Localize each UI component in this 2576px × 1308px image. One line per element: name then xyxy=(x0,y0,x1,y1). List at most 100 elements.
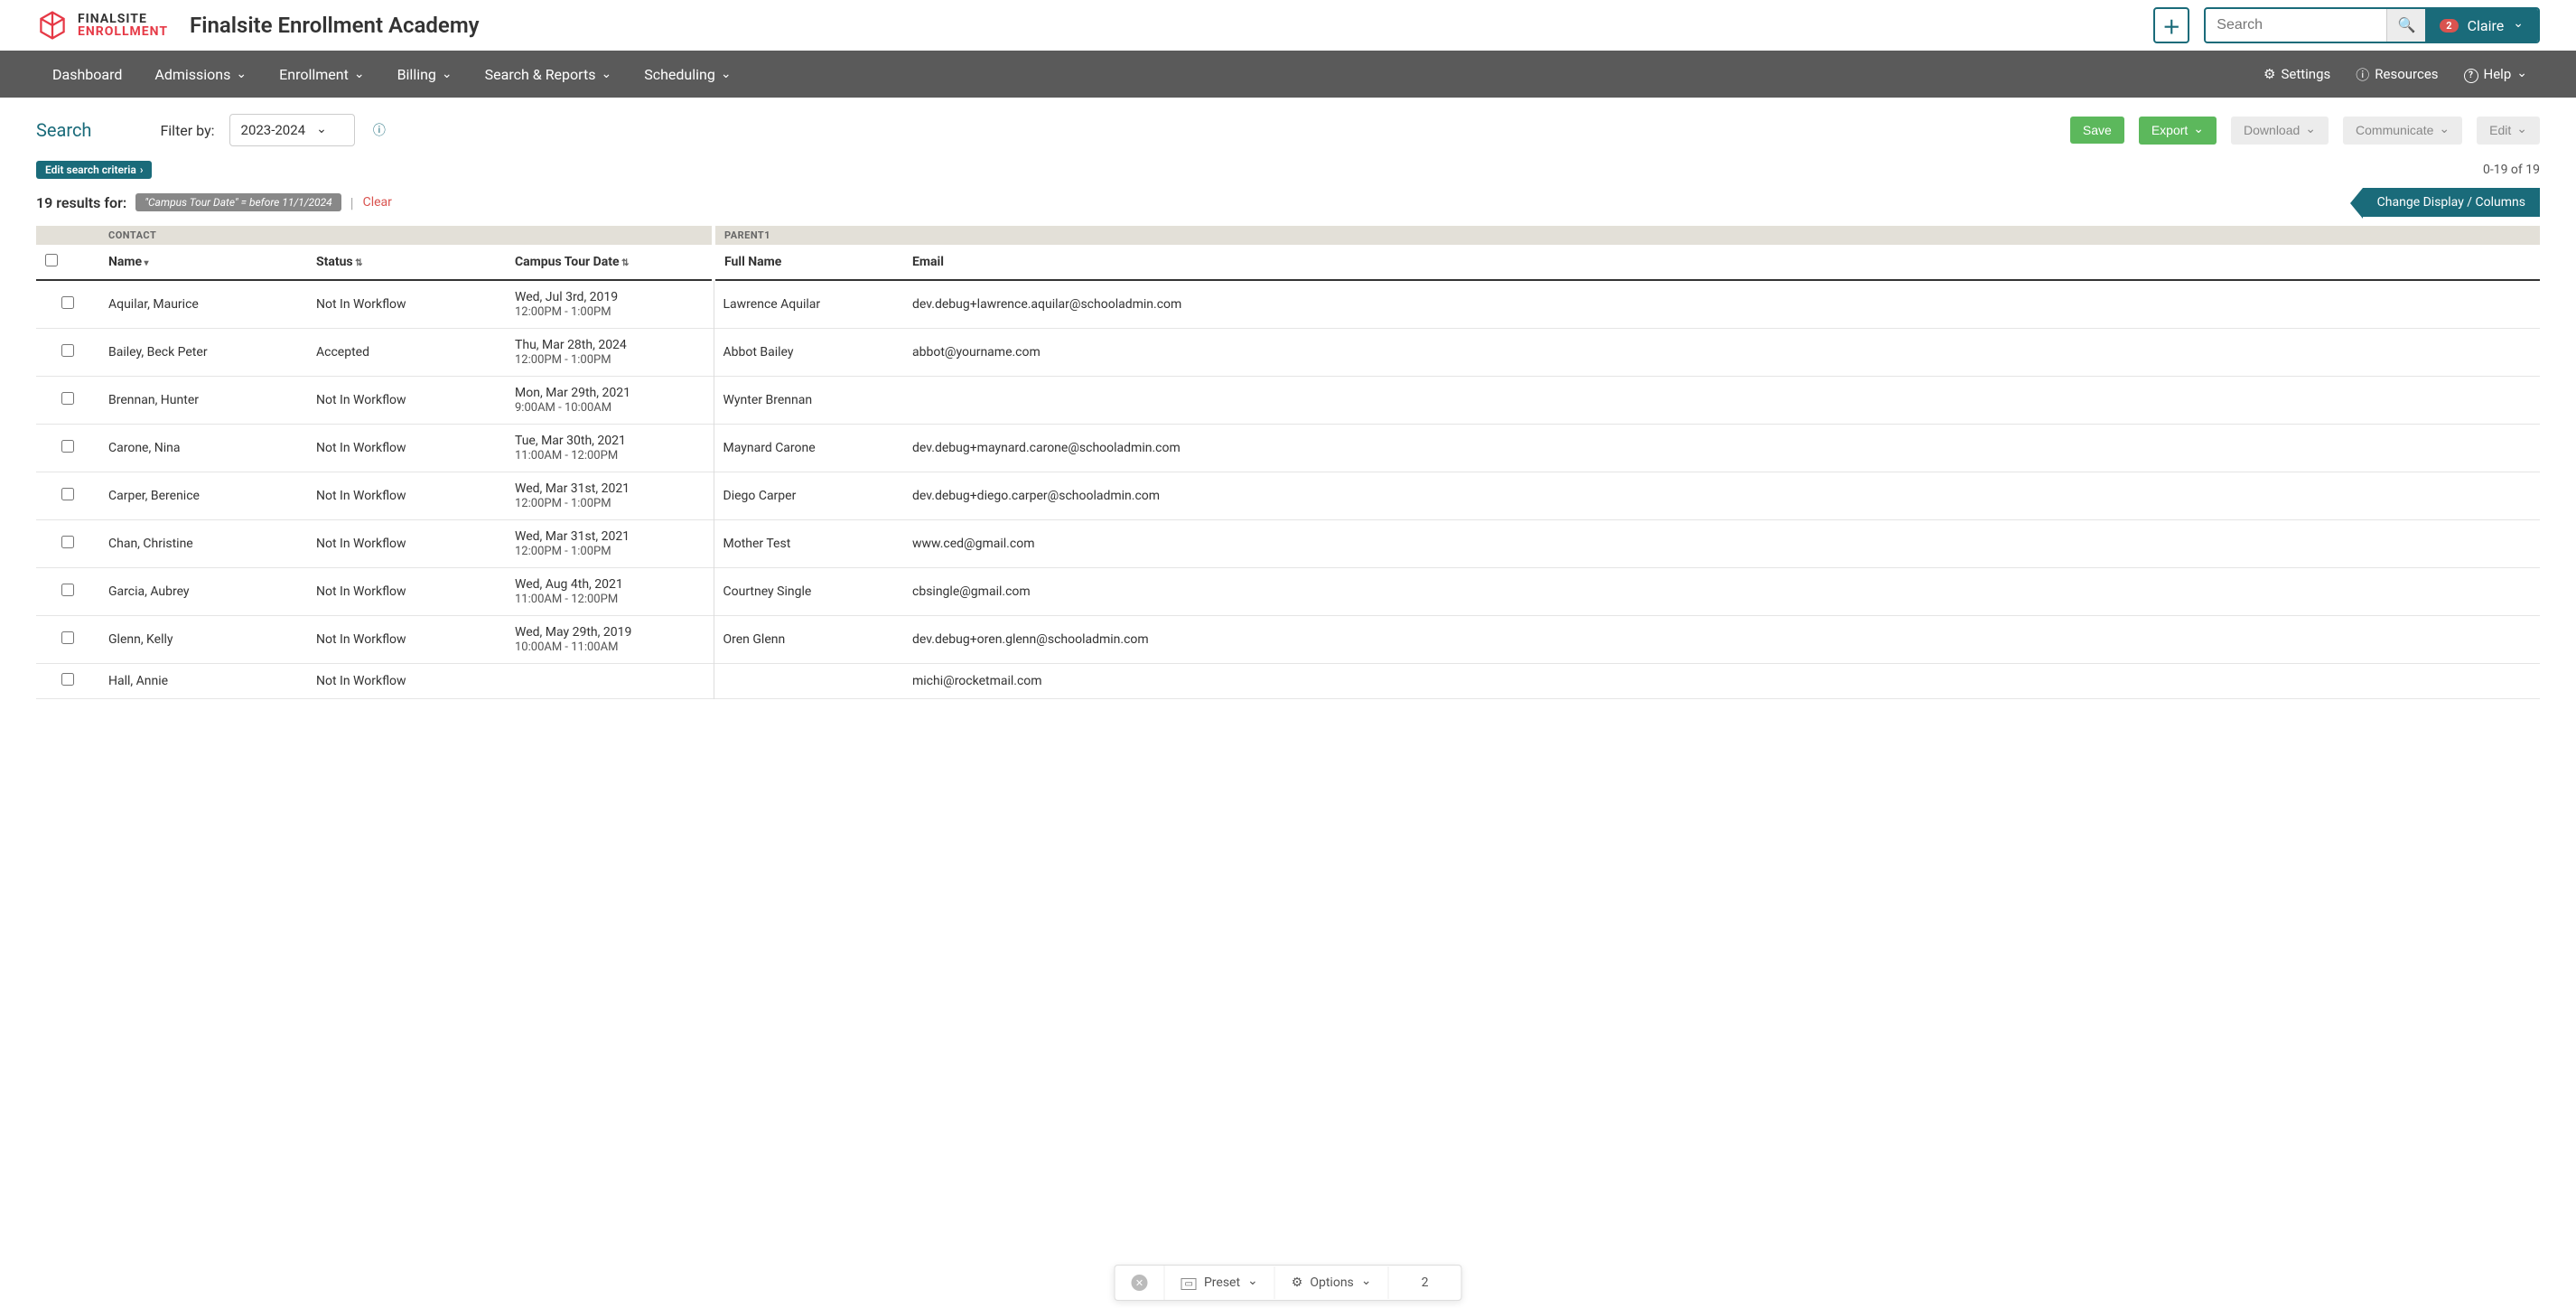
cell-fullname: Mother Test xyxy=(714,520,903,568)
table-row[interactable]: Aquilar, Maurice Not In Workflow Wed, Ju… xyxy=(36,280,2540,329)
row-checkbox[interactable] xyxy=(61,673,74,686)
results-table: CONTACT PARENT1 Name Status Campus Tour … xyxy=(36,226,2540,699)
cell-tour: Thu, Mar 28th, 202412:00PM - 1:00PM xyxy=(506,329,714,377)
logo-text-bottom: ENROLLMENT xyxy=(78,25,168,38)
filter-year-select[interactable]: 2023-2024 xyxy=(229,114,355,146)
cell-status: Not In Workflow xyxy=(307,377,506,425)
search-input[interactable] xyxy=(2206,10,2386,41)
row-checkbox[interactable] xyxy=(61,584,74,596)
nav-search-reports[interactable]: Search & Reports xyxy=(469,51,629,98)
col-status[interactable]: Status xyxy=(307,245,506,280)
row-checkbox[interactable] xyxy=(61,296,74,309)
cell-email: dev.debug+diego.carper@schooladmin.com xyxy=(903,472,2540,520)
nav-dashboard[interactable]: Dashboard xyxy=(36,51,138,98)
close-bottom-bar[interactable]: ✕ xyxy=(1115,1266,1164,1300)
chevron-down-icon xyxy=(1361,1275,1372,1290)
cell-email: michi@rocketmail.com xyxy=(903,664,2540,699)
cell-tour: Wed, Mar 31st, 202112:00PM - 1:00PM xyxy=(506,472,714,520)
button-label: Export xyxy=(2151,123,2188,137)
page-indicator[interactable]: 2 xyxy=(1389,1266,1461,1299)
results-range: 0-19 of 19 xyxy=(2483,163,2540,177)
change-display-button[interactable]: Change Display / Columns xyxy=(2363,188,2540,217)
table-row[interactable]: Garcia, Aubrey Not In Workflow Wed, Aug … xyxy=(36,568,2540,616)
col-tour[interactable]: Campus Tour Date xyxy=(506,245,714,280)
group-parent1: PARENT1 xyxy=(714,226,2540,245)
col-label: Full Name xyxy=(724,255,781,269)
table-row[interactable]: Brennan, Hunter Not In Workflow Mon, Mar… xyxy=(36,377,2540,425)
cell-tour: Tue, Mar 30th, 202111:00AM - 12:00PM xyxy=(506,425,714,472)
cell-name: Glenn, Kelly xyxy=(99,616,307,664)
communicate-button[interactable]: Communicate xyxy=(2343,117,2462,145)
nav-billing[interactable]: Billing xyxy=(381,51,469,98)
table-row[interactable]: Carper, Berenice Not In Workflow Wed, Ma… xyxy=(36,472,2540,520)
add-button[interactable]: ＋ xyxy=(2153,7,2189,43)
edit-search-criteria[interactable]: Edit search criteria › xyxy=(36,161,152,179)
cell-tour: Wed, Aug 4th, 202111:00AM - 12:00PM xyxy=(506,568,714,616)
preset-menu[interactable]: Preset xyxy=(1164,1266,1274,1299)
cell-status: Not In Workflow xyxy=(307,280,506,329)
table-row[interactable]: Glenn, Kelly Not In Workflow Wed, May 29… xyxy=(36,616,2540,664)
nav-enrollment[interactable]: Enrollment xyxy=(263,51,380,98)
info-icon[interactable] xyxy=(373,121,386,139)
cell-tour xyxy=(506,664,714,699)
col-name[interactable]: Name xyxy=(99,245,307,280)
nav-help[interactable]: Help xyxy=(2451,51,2540,98)
nav-settings[interactable]: Settings xyxy=(2251,51,2343,98)
cell-status: Accepted xyxy=(307,329,506,377)
cell-status: Not In Workflow xyxy=(307,568,506,616)
clear-link[interactable]: Clear xyxy=(363,195,392,210)
search-button[interactable] xyxy=(2386,9,2426,42)
col-label: Email xyxy=(912,255,944,269)
button-label: Communicate xyxy=(2356,123,2433,137)
col-fullname[interactable]: Full Name xyxy=(714,245,903,280)
cell-email: www.ced@gmail.com xyxy=(903,520,2540,568)
nav-scheduling[interactable]: Scheduling xyxy=(628,51,747,98)
preset-icon xyxy=(1181,1275,1196,1290)
nav-resources[interactable]: Resources xyxy=(2343,51,2450,98)
table-row[interactable]: Bailey, Beck Peter Accepted Thu, Mar 28t… xyxy=(36,329,2540,377)
page-title: Finalsite Enrollment Academy xyxy=(190,13,480,38)
save-button[interactable]: Save xyxy=(2070,117,2124,144)
table-row[interactable]: Carone, Nina Not In Workflow Tue, Mar 30… xyxy=(36,425,2540,472)
nav-label: Search & Reports xyxy=(485,66,596,83)
criteria-chip[interactable]: "Campus Tour Date" = before 11/1/2024 xyxy=(135,193,341,211)
options-menu[interactable]: Options xyxy=(1275,1266,1389,1299)
cell-email: dev.debug+oren.glenn@schooladmin.com xyxy=(903,616,2540,664)
row-checkbox[interactable] xyxy=(61,344,74,357)
cell-email: abbot@yourname.com xyxy=(903,329,2540,377)
nav-admissions[interactable]: Admissions xyxy=(138,51,263,98)
table-row[interactable]: Chan, Christine Not In Workflow Wed, Mar… xyxy=(36,520,2540,568)
row-checkbox[interactable] xyxy=(61,536,74,548)
export-button[interactable]: Export xyxy=(2139,117,2217,145)
logo[interactable]: FINALSITE ENROLLMENT xyxy=(36,9,168,42)
gear-icon xyxy=(2263,66,2275,82)
toolbar: Search Filter by: 2023-2024 Save Export … xyxy=(0,98,2576,155)
col-label: Name xyxy=(108,255,142,269)
nav-label: Dashboard xyxy=(52,66,122,83)
cell-tour: Mon, Mar 29th, 20219:00AM - 10:00AM xyxy=(506,377,714,425)
nav-label: Resources xyxy=(2375,66,2438,82)
select-all-checkbox[interactable] xyxy=(45,254,58,266)
cell-status: Not In Workflow xyxy=(307,616,506,664)
download-button[interactable]: Download xyxy=(2231,117,2329,145)
row-checkbox[interactable] xyxy=(61,392,74,405)
row-checkbox[interactable] xyxy=(61,488,74,500)
cell-fullname: Wynter Brennan xyxy=(714,377,903,425)
separator: | xyxy=(350,194,354,211)
table-row[interactable]: Hall, Annie Not In Workflow michi@rocket… xyxy=(36,664,2540,699)
user-menu[interactable]: 2 Claire xyxy=(2425,7,2538,43)
chevron-down-icon xyxy=(2516,66,2527,82)
row-checkbox[interactable] xyxy=(61,440,74,453)
cell-fullname: Diego Carper xyxy=(714,472,903,520)
cell-email: dev.debug+lawrence.aquilar@schooladmin.c… xyxy=(903,280,2540,329)
col-email[interactable]: Email xyxy=(903,245,2540,280)
chevron-down-icon xyxy=(2513,18,2524,33)
nav-label: Enrollment xyxy=(279,66,349,83)
row-checkbox[interactable] xyxy=(61,631,74,644)
cell-name: Carper, Berenice xyxy=(99,472,307,520)
cell-tour: Wed, Jul 3rd, 201912:00PM - 1:00PM xyxy=(506,280,714,329)
column-header-row: Name Status Campus Tour Date Full Name E… xyxy=(36,245,2540,280)
chevron-right-icon: › xyxy=(140,164,144,176)
edit-button[interactable]: Edit xyxy=(2477,117,2540,145)
cell-tour: Wed, May 29th, 201910:00AM - 11:00AM xyxy=(506,616,714,664)
